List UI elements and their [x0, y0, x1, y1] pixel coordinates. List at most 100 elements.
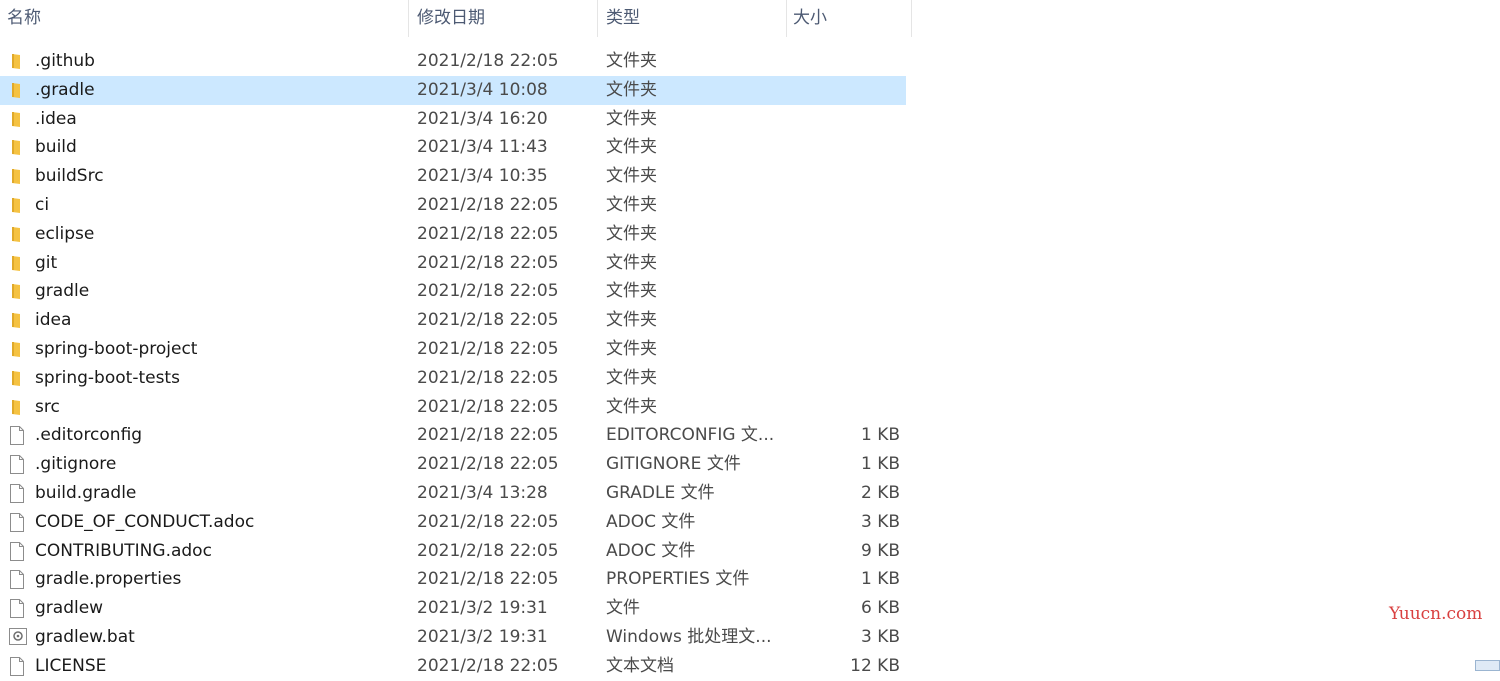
- folder-icon: [9, 312, 25, 329]
- folder-icon: [9, 53, 25, 70]
- file-type: 文件夹: [606, 51, 657, 71]
- file-row[interactable]: gradlew.bat 2021/3/2 19:31 Windows 批处理文...…: [0, 623, 906, 652]
- file-date-modified: 2021/3/2 19:31: [417, 626, 548, 647]
- file-icon: [9, 426, 25, 446]
- file-name: .github: [35, 51, 95, 71]
- file-name: buildSrc: [35, 166, 104, 187]
- file-row[interactable]: .editorconfig 2021/2/18 22:05 EDITORCONFIG…: [0, 421, 906, 450]
- file-type: 文件夹: [606, 108, 657, 129]
- file-date-modified: 2021/2/18 22:05: [417, 425, 559, 446]
- file-row[interactable]: CONTRIBUTING.adoc 2021/2/18 22:05 ADOC 文件 9…: [0, 537, 906, 566]
- file-date-modified: 2021/3/4 10:35: [417, 166, 548, 187]
- file-size: 1 KB: [860, 569, 900, 590]
- file-icon: [9, 483, 25, 503]
- file-type: 文件夹: [606, 281, 657, 302]
- file-row[interactable]: ci 2021/2/18 22:05 文件夹: [0, 191, 906, 220]
- file-name: CODE_OF_CONDUCT.adoc: [35, 511, 255, 532]
- file-name: gradlew.bat: [35, 626, 135, 647]
- folder-icon: [9, 226, 25, 243]
- file-date-modified: 2021/2/18 22:05: [417, 540, 559, 561]
- file-date-modified: 2021/2/18 22:05: [417, 281, 559, 302]
- file-date-modified: 2021/2/18 22:05: [417, 396, 559, 417]
- file-row[interactable]: buildSrc 2021/3/4 10:35 文件夹: [0, 162, 906, 191]
- file-row[interactable]: LICENSE 2021/2/18 22:05 文本文档 12 KB: [0, 652, 906, 681]
- file-row[interactable]: .idea 2021/3/4 16:20 文件夹: [0, 105, 906, 134]
- file-name: .editorconfig: [35, 425, 143, 446]
- file-list: .github 2021/2/18 22:05 文件夹 .gradle 2021/3/4…: [0, 47, 912, 681]
- file-row[interactable]: .gradle 2021/3/4 10:08 文件夹: [0, 75, 906, 105]
- file-row[interactable]: gradlew 2021/3/2 19:31 文件 6 KB: [0, 594, 906, 623]
- column-header-size[interactable]: 大小: [787, 0, 911, 37]
- file-row[interactable]: idea 2021/2/18 22:05 文件夹: [0, 306, 906, 335]
- file-type: Windows 批处理文...: [606, 626, 772, 647]
- file-size: 3 KB: [860, 626, 900, 647]
- file-size: 9 KB: [860, 540, 900, 561]
- corner-thumbnail: [1475, 660, 1500, 671]
- file-date-modified: 2021/3/4 13:28: [417, 482, 548, 503]
- file-icon: [9, 599, 25, 619]
- folder-icon: [9, 341, 25, 358]
- file-type: GRADLE 文件: [606, 482, 715, 503]
- file-name: git: [35, 252, 58, 273]
- file-date-modified: 2021/3/4 11:43: [417, 137, 548, 158]
- file-row[interactable]: build.gradle 2021/3/4 13:28 GRADLE 文件 2 KB: [0, 479, 906, 508]
- file-date-modified: 2021/3/2 19:31: [417, 598, 548, 619]
- file-size: 2 KB: [860, 482, 900, 503]
- column-divider[interactable]: [911, 0, 912, 37]
- file-date-modified: 2021/3/4 10:08: [417, 79, 548, 100]
- file-row[interactable]: build 2021/3/4 11:43 文件夹: [0, 133, 906, 162]
- file-name: src: [35, 396, 60, 417]
- file-type: 文件夹: [606, 166, 657, 187]
- folder-icon: [9, 168, 25, 185]
- file-name: gradlew: [35, 598, 104, 619]
- file-date-modified: 2021/2/18 22:05: [417, 194, 559, 215]
- file-type: 文件夹: [606, 79, 657, 100]
- file-name: idea: [35, 310, 72, 331]
- folder-icon: [9, 111, 25, 128]
- file-name: spring-boot-project: [35, 338, 198, 359]
- file-row[interactable]: spring-boot-tests 2021/2/18 22:05 文件夹: [0, 364, 906, 393]
- batch-file-icon: [9, 627, 27, 645]
- file-date-modified: 2021/2/18 22:05: [417, 367, 559, 388]
- file-name: LICENSE: [35, 655, 107, 676]
- file-icon: [9, 455, 25, 475]
- column-header-bar: 名称 ^ 修改日期 类型 大小: [0, 0, 912, 37]
- folder-icon: [9, 82, 25, 99]
- file-name: gradle: [35, 281, 90, 302]
- file-row[interactable]: .github 2021/2/18 22:05 文件夹: [0, 47, 906, 76]
- file-name: .idea: [35, 108, 77, 129]
- file-row[interactable]: CODE_OF_CONDUCT.adoc 2021/2/18 22:05 ADOC …: [0, 508, 906, 537]
- column-header-type[interactable]: 类型: [598, 0, 786, 37]
- folder-icon: [9, 283, 25, 300]
- sort-ascending-icon: ^: [197, 0, 209, 10]
- file-type: 文件夹: [606, 338, 657, 359]
- file-row[interactable]: gradle 2021/2/18 22:05 文件夹: [0, 277, 906, 306]
- file-name: eclipse: [35, 223, 95, 244]
- file-date-modified: 2021/3/4 16:20: [417, 108, 548, 129]
- file-row[interactable]: src 2021/2/18 22:05 文件夹: [0, 393, 906, 422]
- file-date-modified: 2021/2/18 22:05: [417, 310, 559, 331]
- file-type: GITIGNORE 文件: [606, 454, 741, 475]
- folder-icon: [9, 197, 25, 214]
- watermark: Yuucn.com: [1389, 604, 1483, 624]
- file-date-modified: 2021/2/18 22:05: [417, 338, 559, 359]
- file-row[interactable]: eclipse 2021/2/18 22:05 文件夹: [0, 220, 906, 249]
- file-name: build: [35, 137, 77, 158]
- file-size: 3 KB: [860, 511, 900, 532]
- folder-icon: [9, 370, 25, 387]
- file-row[interactable]: gradle.properties 2021/2/18 22:05 PROPERTI…: [0, 565, 906, 594]
- file-type: ADOC 文件: [606, 511, 696, 532]
- file-row[interactable]: .gitignore 2021/2/18 22:05 GITIGNORE 文件 1 K…: [0, 450, 906, 479]
- file-type: 文本文档: [606, 655, 674, 676]
- file-name: ci: [35, 194, 50, 215]
- file-size: 1 KB: [860, 454, 900, 475]
- file-name: .gradle: [35, 79, 95, 100]
- file-name: CONTRIBUTING.adoc: [35, 540, 212, 561]
- file-size: 12 KB: [850, 655, 900, 676]
- file-type: 文件夹: [606, 396, 657, 417]
- folder-icon: [9, 399, 25, 416]
- file-row[interactable]: git 2021/2/18 22:05 文件夹: [0, 249, 906, 278]
- file-row[interactable]: spring-boot-project 2021/2/18 22:05 文件夹: [0, 335, 906, 364]
- column-header-date[interactable]: 修改日期: [409, 0, 597, 37]
- file-type: 文件夹: [606, 194, 657, 215]
